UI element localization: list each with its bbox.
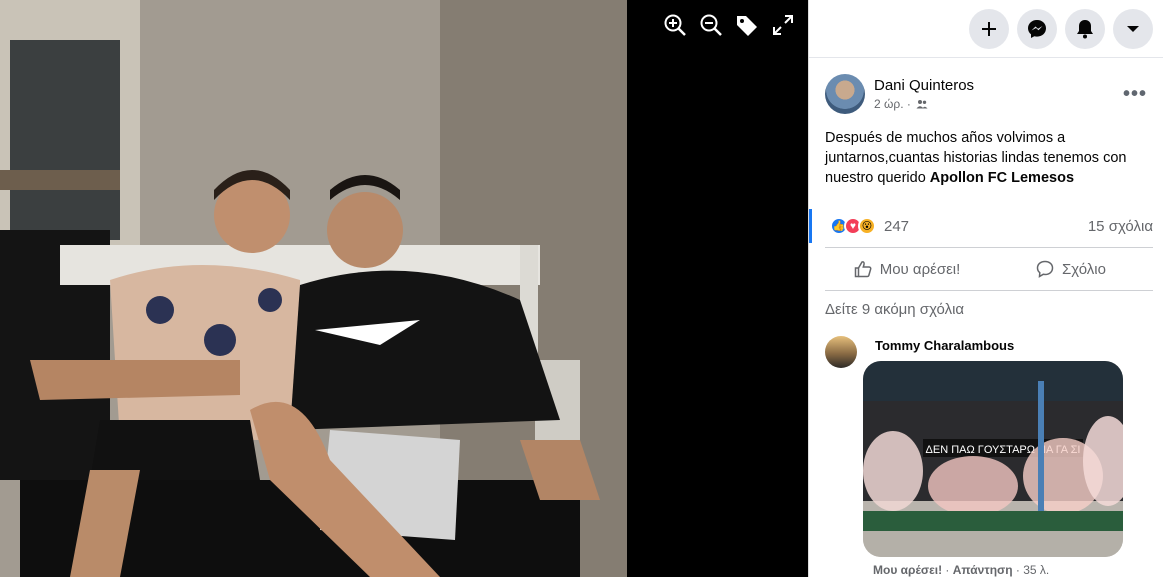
zoom-in-icon[interactable] [662,12,688,38]
thumbs-up-icon [854,261,872,278]
post-time[interactable]: 2 ώρ. · [874,97,911,111]
friends-icon [916,100,928,109]
post-stats: 👍 ♥ 😮 247 15 σχόλια [809,209,1163,243]
page-mention-link[interactable]: Apollon FC Lemesos [930,170,1074,186]
plus-icon [982,21,996,36]
photo-viewer [0,0,808,577]
top-bar [809,0,1163,58]
post-options-button[interactable]: ••• [1121,80,1149,108]
caret-down-icon [1127,25,1139,32]
comment-time[interactable]: 35 λ. [1023,563,1049,577]
wow-reaction-icon: 😮 [858,217,876,235]
post-header: Dani Quinteros 2 ώρ. · ••• [809,58,1163,114]
photo-illustration [0,0,627,577]
comment-actions: Μου αρέσει! · Απάντηση · 35 λ. [873,563,1050,577]
commenter-avatar[interactable] [825,336,857,368]
post-text: Después de muchos años volvimos a juntar… [809,114,1163,188]
post-panel: Dani Quinteros 2 ώρ. · ••• Después de mu… [808,0,1163,577]
post-actions: Μου αρέσει! Σχόλιο [825,247,1153,291]
notifications-button[interactable] [1065,8,1105,49]
comment-button-label: Σχόλιο [1062,260,1106,278]
zoom-out-icon[interactable] [698,12,724,38]
stadium-illustration: ΔΕΝ ΠΑΩ ΓΟΥΣΤΑΡΩ ΝΑ ΓΑ ΣΙ [863,361,1123,557]
fullscreen-icon[interactable] [770,12,796,38]
comment-bubble-icon [1036,260,1054,278]
comment-photo[interactable]: ΔΕΝ ΠΑΩ ΓΟΥΣΤΑΡΩ ΝΑ ΓΑ ΣΙ [863,361,1123,557]
reaction-count[interactable]: 247 [884,218,909,235]
viewer-toolbar [662,12,796,38]
tag-icon[interactable] [734,12,760,38]
reactions-summary[interactable]: 👍 ♥ 😮 247 [830,217,909,235]
like-button[interactable]: Μου αρέσει! [825,248,989,290]
comment-count[interactable]: 15 σχόλια [1088,218,1153,235]
post-meta: 2 ώρ. · [874,97,1121,111]
author-avatar[interactable] [825,74,865,114]
messenger-button[interactable] [1017,8,1057,49]
view-more-comments-link[interactable]: Δείτε 9 ακόμη σχόλια [809,291,1163,328]
messenger-icon [1028,19,1046,38]
create-button[interactable] [969,8,1009,49]
commenter-name[interactable]: Tommy Charalambous [875,338,1123,353]
like-button-label: Μου αρέσει! [879,260,961,278]
bell-icon [1077,19,1093,38]
comment-button[interactable]: Σχόλιο [989,248,1153,290]
main-photo[interactable] [0,0,627,577]
author-name[interactable]: Dani Quinteros [874,77,1121,94]
account-menu-button[interactable] [1113,8,1153,49]
comment-like-link[interactable]: Μου αρέσει! [873,563,942,577]
comment-item: Tommy Charalambous ΔΕΝ ΠΑΩ ΓΟΥΣΤΑΡΩ ΝΑ Γ… [809,328,1163,577]
comment-reply-link[interactable]: Απάντηση [953,563,1013,577]
